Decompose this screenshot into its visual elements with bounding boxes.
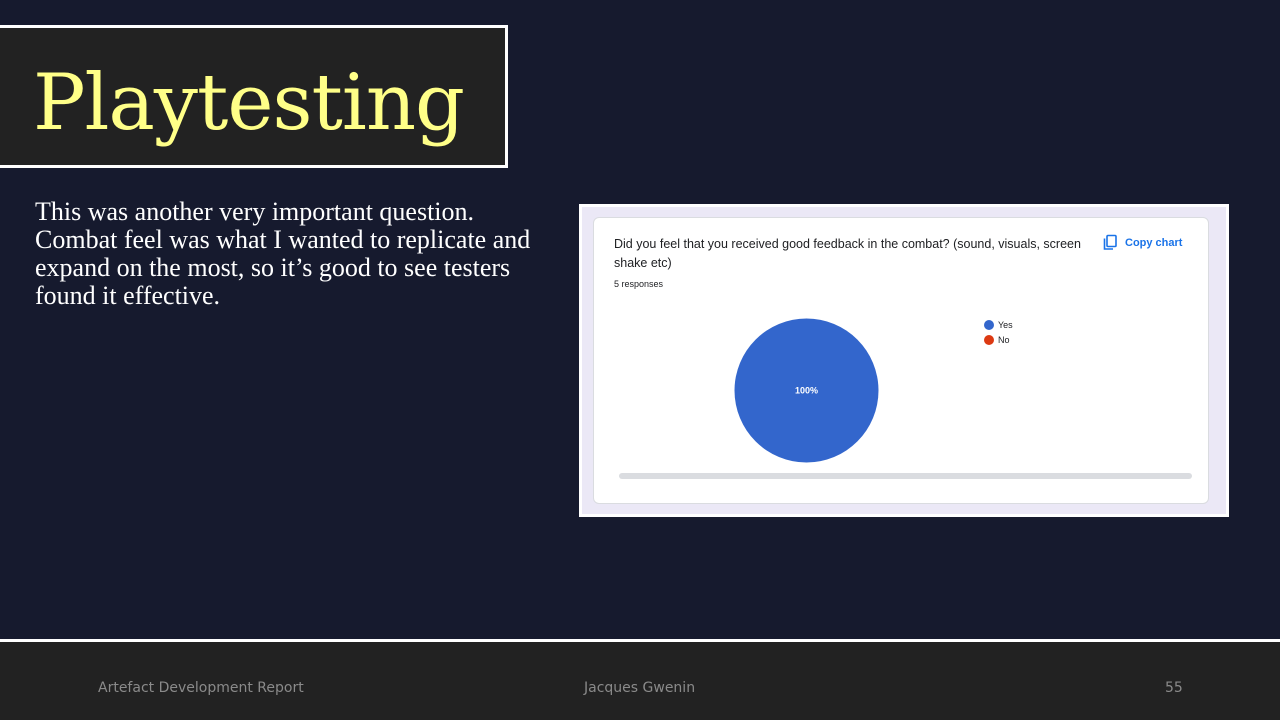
- copy-chart-button[interactable]: Copy chart: [1102, 234, 1182, 251]
- legend-item-no: No: [984, 332, 1013, 347]
- screenshot-background: Did you feel that you received good feed…: [582, 207, 1226, 514]
- footer-author: Jacques Gwenin: [584, 680, 696, 696]
- footer-page-number: 55: [1165, 680, 1183, 696]
- pie-chart: 100%: [734, 318, 879, 463]
- responses-count: 5 responses: [614, 279, 664, 289]
- copy-icon: [1102, 234, 1118, 251]
- legend-swatch: [984, 334, 994, 345]
- legend-swatch: [984, 319, 994, 330]
- slide-footer: Artefact Development Report Jacques Gwen…: [0, 639, 1280, 720]
- chart-legend: Yes No: [984, 317, 1013, 347]
- embedded-screenshot: Did you feel that you received good feed…: [579, 204, 1229, 517]
- form-summary-card: Did you feel that you received good feed…: [593, 217, 1209, 504]
- copy-chart-label: Copy chart: [1125, 236, 1183, 249]
- legend-label: Yes: [998, 319, 1013, 330]
- legend-label: No: [998, 334, 1010, 345]
- question-text: Did you feel that you received good feed…: [614, 237, 1081, 270]
- legend-item-yes: Yes: [984, 317, 1013, 332]
- slide-title: Playtesting: [33, 58, 465, 148]
- footer-report-title: Artefact Development Report: [98, 680, 304, 696]
- pie-data-label: 100%: [795, 386, 818, 396]
- title-box: Playtesting: [0, 25, 508, 168]
- slide-body-text: This was another very important question…: [35, 197, 531, 310]
- horizontal-scrollbar[interactable]: [619, 473, 1192, 479]
